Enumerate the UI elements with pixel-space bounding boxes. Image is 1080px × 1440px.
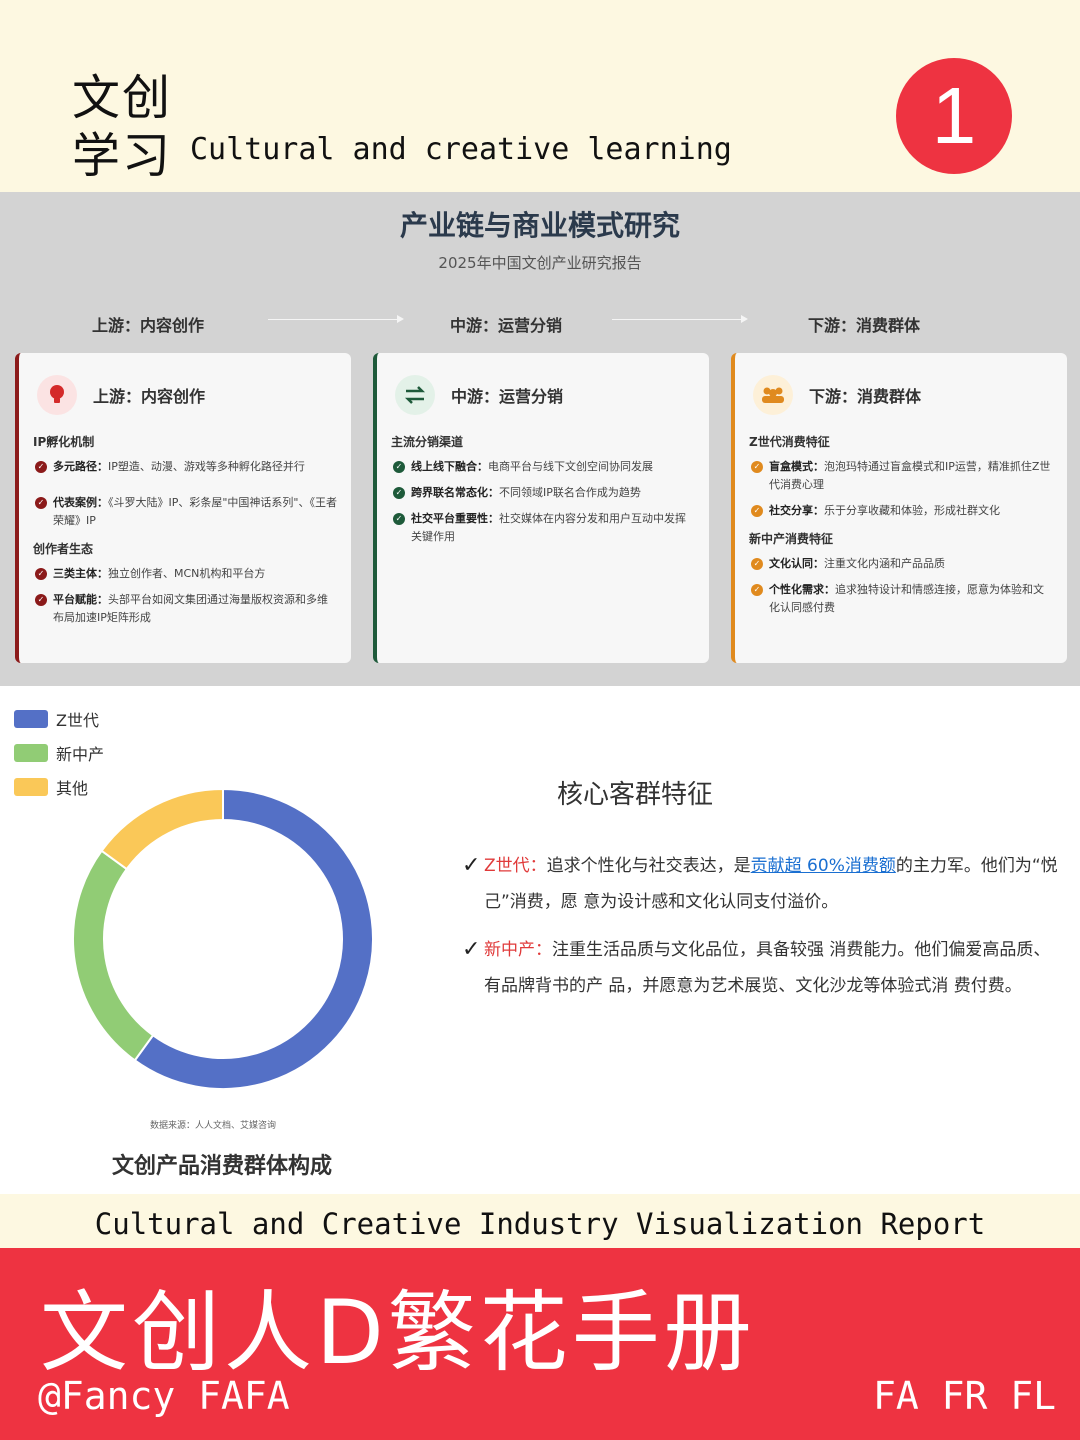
source-note: 数据来源：人人文档、艾媒咨询 bbox=[150, 1121, 277, 1131]
feature-label: Z世代： bbox=[484, 856, 547, 876]
legend-swatch bbox=[14, 744, 48, 762]
chart-caption: 文创产品消费群体构成 bbox=[112, 1154, 333, 1179]
legend-label: 新中产 bbox=[56, 745, 105, 764]
feature-label: 新中产： bbox=[484, 940, 552, 960]
feature-link[interactable]: 贡献超 60%消费额 bbox=[751, 856, 896, 876]
item-key: 平台赋能： bbox=[53, 593, 108, 606]
item-key: 个性化需求： bbox=[769, 583, 835, 596]
lightbulb-icon bbox=[37, 375, 77, 415]
list-item: ✓ 平台赋能：头部平台如阅文集团通过海量版权资源和多维布局加速IP矩阵形成 bbox=[33, 591, 337, 627]
feature-text: 注重生活品质与文化品位，具备较强 消费能力。他们偏爱高品质、有品牌背书的产 品，… bbox=[484, 940, 1051, 996]
item-key: 社交平台重要性： bbox=[411, 512, 499, 525]
card-heading: 中游：运营分销 bbox=[451, 387, 564, 406]
list-item: ✓ 跨界联名常态化：不同领域IP联名合作成为趋势 bbox=[391, 484, 695, 502]
list-item: ✓ 多元路径：IP塑造、动漫、游戏等多种孵化路径并行 bbox=[33, 458, 337, 476]
donut-chart bbox=[72, 787, 374, 1090]
check-icon: ✓ bbox=[751, 558, 763, 570]
core-customer-title: 核心客群特征 bbox=[557, 780, 714, 810]
checkmark-icon: ✓ bbox=[462, 937, 481, 962]
list-item: ✓ 社交平台重要性：社交媒体在内容分发和用户互动中发挥关键作用 bbox=[391, 510, 695, 546]
header-title-line2: 学习 bbox=[72, 128, 173, 184]
legend-swatch bbox=[14, 710, 48, 728]
footer-report-en: Cultural and Creative Industry Visualiza… bbox=[0, 1194, 1080, 1248]
list-item: ✓ 线上线下融合：电商平台与线下文创空间协同发展 bbox=[391, 458, 695, 476]
check-icon: ✓ bbox=[35, 497, 47, 509]
arrow-right-icon bbox=[268, 315, 404, 323]
check-icon: ✓ bbox=[35, 568, 47, 580]
header-subtitle-en: Cultural and creative learning bbox=[190, 132, 732, 167]
item-text: 电商平台与线下文创空间协同发展 bbox=[488, 460, 653, 473]
feature-new-middle-class: ✓ 新中产：注重生活品质与文化品位，具备较强 消费能力。他们偏爱高品质、有品牌背… bbox=[462, 932, 1062, 1004]
customer-section: Z世代 新中产 其他 数据来源：人人文档、艾媒咨询 文创产品消费群体构成 核心客… bbox=[0, 686, 1080, 1194]
section-title: 主流分销渠道 bbox=[391, 435, 464, 449]
header: 文创 学习 Cultural and creative learning 1 bbox=[0, 0, 1080, 192]
check-icon: ✓ bbox=[393, 513, 405, 525]
item-key: 多元路径： bbox=[53, 460, 108, 473]
legend-label: Z世代 bbox=[56, 711, 99, 730]
item-text: 乐于分享收藏和体验，形成社群文化 bbox=[824, 504, 1000, 517]
check-icon: ✓ bbox=[393, 461, 405, 473]
card-downstream: 下游：消费群体 Z世代消费特征 ✓ 盲盒模式：泡泡玛特通过盲盒模式和IP运营，精… bbox=[731, 353, 1067, 663]
stage-midstream: 中游：运营分销 bbox=[450, 316, 563, 335]
check-icon: ✓ bbox=[751, 584, 763, 596]
arrow-right-icon bbox=[612, 315, 748, 323]
card-heading: 下游：消费群体 bbox=[809, 387, 922, 406]
item-key: 跨界联名常态化： bbox=[411, 486, 499, 499]
check-icon: ✓ bbox=[393, 487, 405, 499]
check-icon: ✓ bbox=[35, 594, 47, 606]
section-title: IP孵化机制 bbox=[33, 435, 95, 449]
legend-item[interactable]: Z世代 bbox=[14, 702, 104, 736]
donut-slice-1[interactable] bbox=[72, 849, 155, 1062]
card-upstream: 上游：内容创作 IP孵化机制 ✓ 多元路径：IP塑造、动漫、游戏等多种孵化路径并… bbox=[15, 353, 351, 663]
item-text: 注重文化内涵和产品品质 bbox=[824, 557, 945, 570]
industry-chain-report: 产业链与商业模式研究 2025年中国文创产业研究报告 上游：内容创作 中游：运营… bbox=[0, 192, 1080, 686]
stage-downstream: 下游：消费群体 bbox=[808, 316, 921, 335]
item-key: 盲盒模式： bbox=[769, 460, 824, 473]
item-text: 不同领域IP联名合作成为趋势 bbox=[499, 486, 641, 499]
list-item: ✓ 文化认同：注重文化内涵和产品品质 bbox=[749, 555, 1053, 573]
card-heading: 上游：内容创作 bbox=[93, 387, 206, 406]
list-item: ✓ 代表案例：《斗罗大陆》IP、彩条屋"中国神话系列"、《王者荣耀》IP bbox=[33, 494, 337, 530]
item-key: 线上线下融合： bbox=[411, 460, 488, 473]
report-subtitle: 2025年中国文创产业研究报告 bbox=[438, 254, 642, 272]
item-text: IP塑造、动漫、游戏等多种孵化路径并行 bbox=[108, 460, 305, 473]
donut-slice-2[interactable] bbox=[100, 787, 224, 871]
check-icon: ✓ bbox=[751, 461, 763, 473]
check-icon: ✓ bbox=[35, 461, 47, 473]
list-item: ✓ 社交分享：乐于分享收藏和体验，形成社群文化 bbox=[749, 502, 1053, 520]
section-title: Z世代消费特征 bbox=[749, 435, 830, 449]
author-handle: @Fancy FAFA bbox=[38, 1374, 290, 1418]
item-key: 文化认同： bbox=[769, 557, 824, 570]
feature-text: 追求个性化与社交表达，是 bbox=[546, 856, 751, 876]
legend-item[interactable]: 新中产 bbox=[14, 736, 104, 770]
list-item: ✓ 个性化需求：追求独特设计和情感连接，愿意为体验和文化认同感付费 bbox=[749, 581, 1053, 617]
section-title: 新中产消费特征 bbox=[749, 532, 834, 546]
stage-upstream: 上游：内容创作 bbox=[92, 316, 205, 335]
card-midstream: 中游：运营分销 主流分销渠道 ✓ 线上线下融合：电商平台与线下文创空间协同发展 … bbox=[373, 353, 709, 663]
page-number-badge: 1 bbox=[896, 58, 1012, 174]
donut-slice-0[interactable] bbox=[133, 787, 374, 1090]
footer-tags: FA FR FL bbox=[872, 1374, 1056, 1418]
item-key: 社交分享： bbox=[769, 504, 824, 517]
item-text: 独立创作者、MCN机构和平台方 bbox=[108, 567, 266, 580]
users-icon bbox=[753, 375, 793, 415]
footer-brand: 文创人D繁花手册 @Fancy FAFA FA FR FL bbox=[0, 1248, 1080, 1440]
brand-title: 文创人D繁花手册 bbox=[40, 1281, 756, 1384]
report-title: 产业链与商业模式研究 bbox=[399, 209, 680, 242]
checkmark-icon: ✓ bbox=[462, 853, 481, 878]
check-icon: ✓ bbox=[751, 505, 763, 517]
list-item: ✓ 盲盒模式：泡泡玛特通过盲盒模式和IP运营，精准抓住Z世代消费心理 bbox=[749, 458, 1053, 494]
feature-gen-z: ✓ Z世代：追求个性化与社交表达，是贡献超 60%消费额的主力军。他们为“悦己”… bbox=[462, 848, 1062, 920]
item-key: 三类主体： bbox=[53, 567, 108, 580]
item-key: 代表案例： bbox=[53, 496, 108, 509]
section-title: 创作者生态 bbox=[33, 542, 94, 556]
exchange-arrows-icon bbox=[395, 375, 435, 415]
list-item: ✓ 三类主体：独立创作者、MCN机构和平台方 bbox=[33, 565, 337, 583]
